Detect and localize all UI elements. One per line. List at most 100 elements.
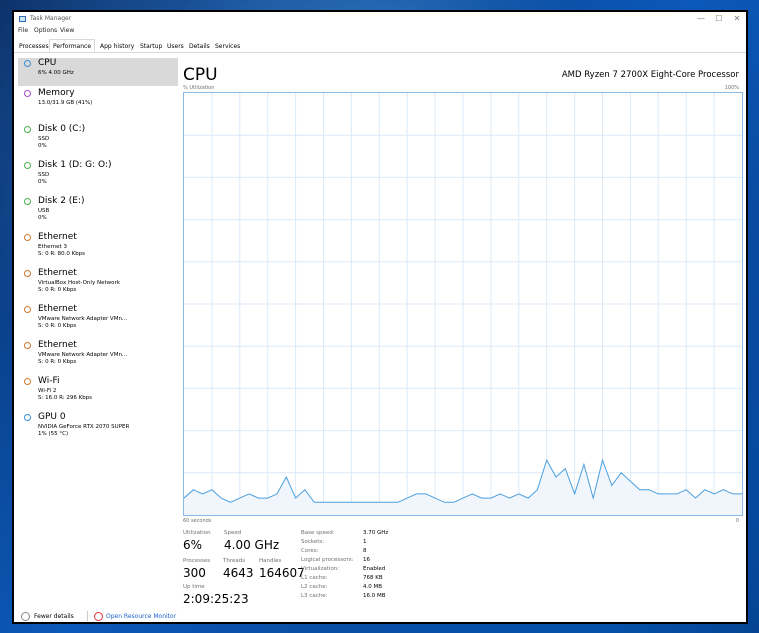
sidebar-item-cpu[interactable]: CPU 6% 4.00 GHz [18, 58, 178, 86]
sidebar-item-detail: S: 0 R: 0 Kbps [38, 323, 77, 329]
sidebar-item-detail: S: 0 R: 0 Kbps [38, 359, 77, 365]
sidebar-item-detail: USB [38, 208, 50, 214]
sidebar-item-detail: NVIDIA GeForce RTX 2070 SUPER [38, 424, 130, 430]
sidebar-item-disk-1[interactable]: Disk 1 (D: G: O:) SSD 0% [18, 160, 178, 192]
sidebar-item-wifi[interactable]: Wi-Fi Wi-Fi 2 S: 16.0 R: 296 Kbps [18, 376, 178, 408]
spec-label: Base speed: [301, 530, 335, 536]
sidebar-item-ethernet-virtualbox[interactable]: Ethernet VirtualBox Host-Only Network S:… [18, 268, 178, 300]
sidebar-item-detail: 13.0/31.9 GB (41%) [38, 100, 93, 106]
spec-value: 3.70 GHz [363, 530, 389, 536]
sidebar-item-detail: S: 0 R: 0 Kbps [38, 287, 77, 293]
sidebar-item-detail: VirtualBox Host-Only Network [38, 280, 120, 286]
cpu-indicator-icon [24, 60, 31, 67]
memory-indicator-icon [24, 90, 31, 97]
minimize-button[interactable]: — [694, 14, 708, 23]
sidebar-item-title: Ethernet [38, 304, 77, 314]
disk-indicator-icon [24, 198, 31, 205]
processor-name: AMD Ryzen 7 2700X Eight-Core Processor [561, 70, 739, 80]
sidebar-item-ethernet-3[interactable]: Ethernet Ethernet 3 S: 0 R: 80.0 Kbps [18, 232, 178, 264]
tab-users[interactable]: Users [164, 42, 187, 52]
task-manager-icon [19, 16, 26, 22]
sidebar-item-detail: 1% (55 °C) [38, 431, 69, 437]
network-indicator-icon [24, 306, 31, 313]
spec-label: L2 cache: [301, 584, 328, 590]
network-indicator-icon [24, 342, 31, 349]
sidebar-item-ethernet-vmware-2[interactable]: Ethernet VMware Network Adapter VMn... S… [18, 340, 178, 372]
tab-performance[interactable]: Performance [49, 39, 96, 52]
graph-x-end-label: 0 [735, 518, 739, 524]
sidebar-item-detail: S: 16.0 R: 296 Kbps [38, 395, 93, 401]
title-bar: Task Manager — ☐ ✕ [14, 12, 746, 26]
maximize-button[interactable]: ☐ [712, 14, 726, 23]
sidebar-item-detail: SSD [38, 172, 50, 178]
network-indicator-icon [24, 270, 31, 277]
handles-value: 164607 [259, 566, 305, 580]
spec-label: Logical processors: [301, 557, 354, 563]
open-resource-monitor-link[interactable]: Open Resource Monitor [106, 613, 176, 620]
spec-label: Sockets: [301, 539, 325, 545]
tab-services[interactable]: Services [212, 42, 243, 52]
spec-value: 16.0 MB [363, 593, 386, 599]
menu-view[interactable]: View [60, 27, 74, 34]
sidebar-item-detail: S: 0 R: 80.0 Kbps [38, 251, 86, 257]
footer-divider [87, 611, 88, 621]
sidebar-item-title: Memory [38, 88, 75, 98]
disk-indicator-icon [24, 126, 31, 133]
menu-file[interactable]: File [18, 27, 28, 34]
sidebar-item-title: Ethernet [38, 232, 77, 242]
resource-monitor-icon[interactable] [94, 612, 103, 621]
tab-processes[interactable]: Processes [16, 42, 52, 52]
sidebar-item-gpu-0[interactable]: GPU 0 NVIDIA GeForce RTX 2070 SUPER 1% (… [18, 412, 178, 444]
tab-startup[interactable]: Startup [137, 42, 165, 52]
sidebar-item-detail: VMware Network Adapter VMn... [38, 352, 128, 358]
sidebar-item-detail: 0% [38, 143, 47, 149]
threads-value: 4643 [223, 566, 254, 580]
sidebar-item-detail: 6% 4.00 GHz [38, 70, 74, 76]
network-indicator-icon [24, 234, 31, 241]
window-title: Task Manager [30, 15, 72, 22]
spec-label: Virtualization: [301, 566, 340, 572]
sidebar-item-title: GPU 0 [38, 412, 66, 422]
uptime-label: Up time [183, 584, 205, 590]
spec-value: 8 [363, 548, 367, 554]
sidebar-item-disk-2[interactable]: Disk 2 (E:) USB 0% [18, 196, 178, 228]
utilization-label: Utilization [183, 530, 211, 536]
spec-value: Enabled [363, 566, 386, 572]
sidebar-item-detail: 0% [38, 215, 47, 221]
task-manager-window: Task Manager — ☐ ✕ File Options View Pro… [12, 10, 748, 624]
utilization-value: 6% [183, 538, 203, 552]
disk-indicator-icon [24, 162, 31, 169]
sidebar-item-memory[interactable]: Memory 13.0/31.9 GB (41%) [18, 88, 178, 120]
sidebar-item-ethernet-vmware-1[interactable]: Ethernet VMware Network Adapter VMn... S… [18, 304, 178, 336]
processes-value: 300 [183, 566, 206, 580]
sidebar-item-title: Ethernet [38, 340, 77, 350]
sidebar-item-detail: 0% [38, 179, 47, 185]
chevron-up-icon[interactable] [21, 612, 30, 621]
close-button[interactable]: ✕ [730, 14, 744, 23]
tab-app-history[interactable]: App history [97, 42, 137, 52]
sidebar-item-title: Wi-Fi [38, 376, 60, 386]
speed-value: 4.00 GHz [224, 538, 280, 552]
threads-label: Threads [223, 558, 246, 564]
spec-value: 16 [363, 557, 370, 563]
fewer-details-link[interactable]: Fewer details [34, 613, 74, 620]
spec-label: L1 cache: [301, 575, 328, 581]
spec-label: Cores: [301, 548, 319, 554]
sidebar-item-disk-0[interactable]: Disk 0 (C:) SSD 0% [18, 124, 178, 156]
sidebar-item-detail: VMware Network Adapter VMn... [38, 316, 128, 322]
spec-value: 1 [363, 539, 367, 545]
network-indicator-icon [24, 378, 31, 385]
graph-y-max-label: 100% [724, 85, 739, 91]
tab-details[interactable]: Details [186, 42, 213, 52]
processes-label: Processes [183, 558, 211, 564]
footer-bar: Fewer details Open Resource Monitor [14, 610, 746, 622]
menu-options[interactable]: Options [34, 27, 57, 34]
sidebar-item-title: CPU [38, 58, 57, 68]
spec-label: L3 cache: [301, 593, 328, 599]
sidebar-item-detail: Wi-Fi 2 [38, 388, 57, 394]
sidebar-item-title: Ethernet [38, 268, 77, 278]
gpu-indicator-icon [24, 414, 31, 421]
spec-value: 768 KB [363, 575, 383, 581]
cpu-utilization-graph [183, 92, 743, 516]
uptime-value: 2:09:25:23 [183, 592, 249, 606]
